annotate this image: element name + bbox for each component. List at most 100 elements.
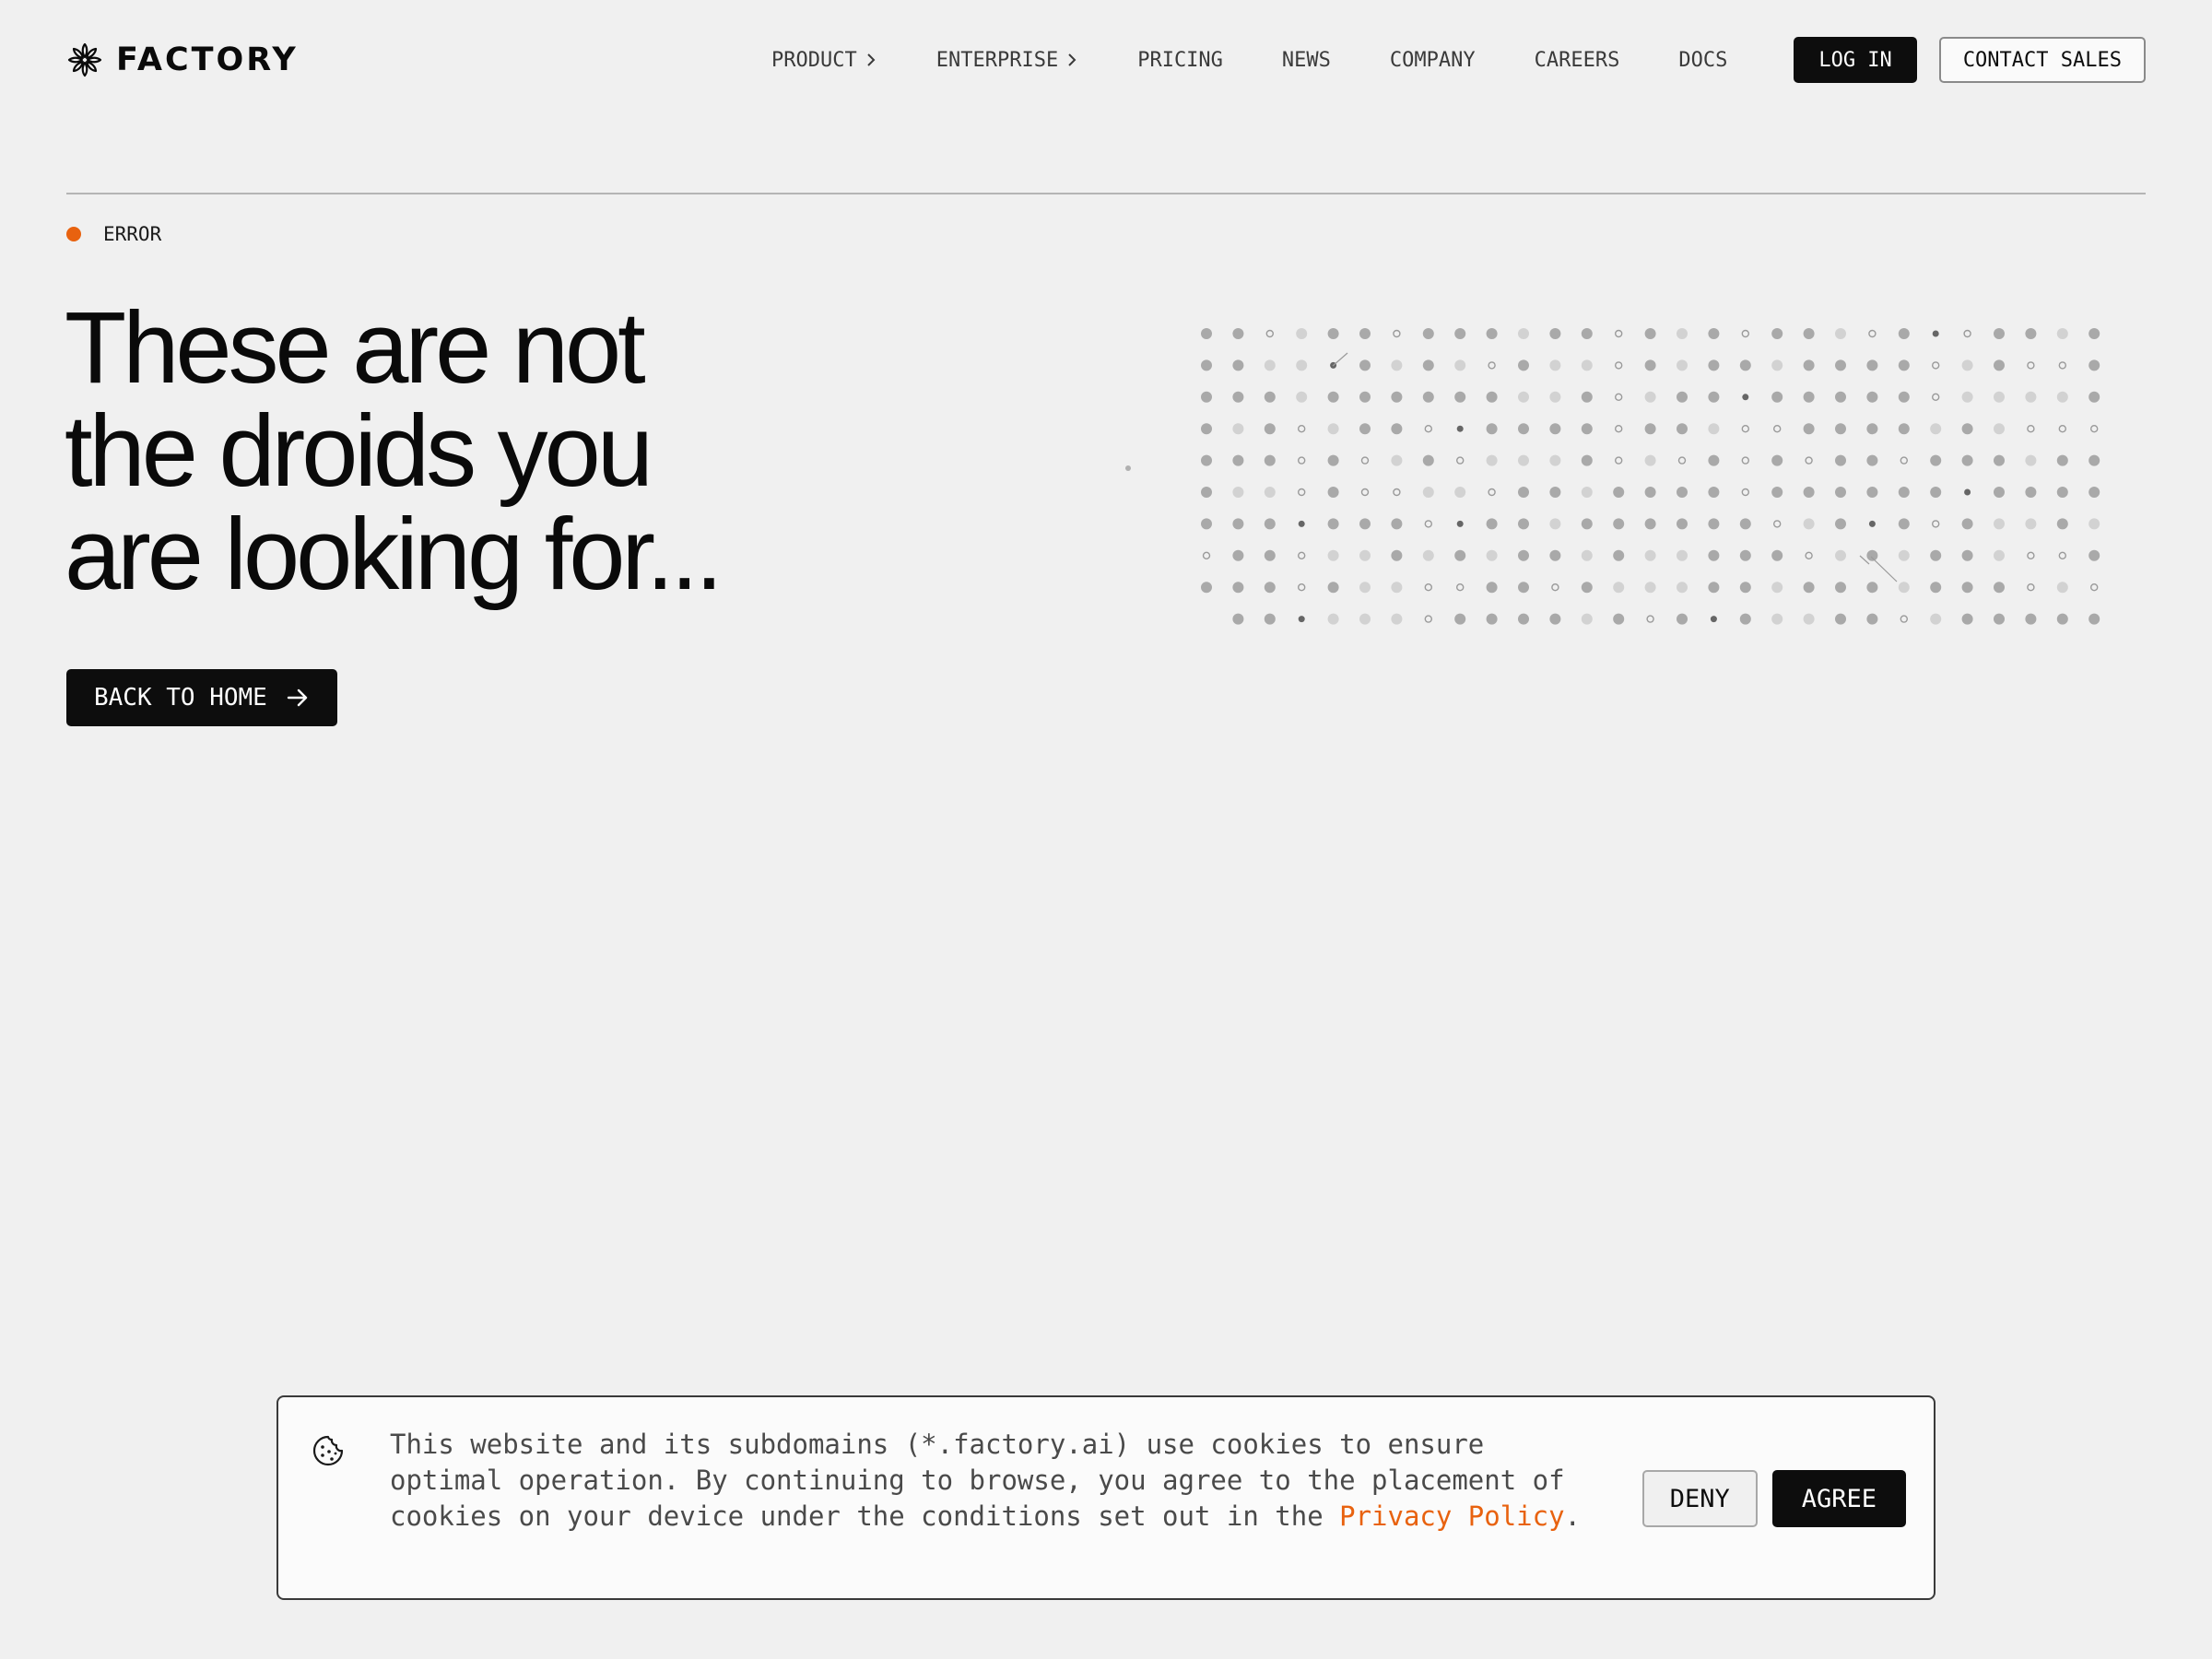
grid-dot bbox=[1327, 454, 1339, 466]
grid-dot bbox=[1994, 359, 2005, 371]
grid-dot bbox=[1710, 616, 1717, 623]
grid-dot bbox=[1644, 454, 1656, 466]
grid-dot bbox=[1360, 456, 1370, 465]
grid-dot bbox=[1615, 361, 1623, 370]
grid-dot bbox=[1327, 423, 1339, 435]
grid-dot bbox=[1486, 423, 1498, 435]
error-page: FACTORY PRODUCT ENTERPRISE PRICING NEWS … bbox=[0, 0, 2212, 1659]
grid-dot bbox=[1866, 613, 1878, 625]
grid-dot bbox=[1644, 518, 1656, 530]
nav-link-enterprise[interactable]: ENTERPRISE bbox=[936, 49, 1078, 72]
grid-dot bbox=[1835, 549, 1846, 561]
grid-dot bbox=[1900, 456, 1908, 465]
grid-dot bbox=[1866, 454, 1878, 466]
grid-dot bbox=[1900, 615, 1908, 623]
error-label: ERROR bbox=[103, 223, 162, 245]
privacy-policy-link[interactable]: Privacy Policy bbox=[1339, 1500, 1564, 1532]
grid-dot bbox=[2088, 328, 2100, 339]
arrow-right-icon bbox=[287, 688, 308, 707]
back-to-home-button[interactable]: BACK TO HOME bbox=[66, 669, 337, 726]
nav-link-product[interactable]: PRODUCT bbox=[771, 49, 877, 72]
grid-dot bbox=[1613, 487, 1625, 498]
section-divider bbox=[66, 193, 2146, 194]
grid-dot bbox=[1264, 549, 1276, 561]
grid-connector bbox=[1870, 556, 1898, 582]
nav-link-careers[interactable]: CAREERS bbox=[1535, 49, 1620, 72]
grid-dot bbox=[1201, 454, 1212, 466]
deny-button[interactable]: DENY bbox=[1641, 1470, 1758, 1527]
grid-dot bbox=[1297, 456, 1306, 465]
page-title-line: These are not bbox=[65, 291, 646, 405]
grid-dot bbox=[1264, 613, 1276, 625]
grid-dot bbox=[1677, 456, 1687, 465]
nav-link-label: PRODUCT bbox=[771, 48, 857, 72]
grid-dot bbox=[1581, 328, 1593, 339]
grid-dot bbox=[1486, 582, 1498, 594]
grid-dot bbox=[1456, 425, 1464, 432]
grid-dot bbox=[1232, 328, 1244, 339]
grid-dot bbox=[1581, 423, 1593, 435]
grid-dot bbox=[1549, 454, 1561, 466]
grid-dot bbox=[1646, 615, 1654, 623]
grid-dot bbox=[1327, 328, 1339, 339]
grid-dot bbox=[1202, 551, 1211, 559]
grid-dot bbox=[1866, 423, 1878, 435]
grid-dot bbox=[1868, 329, 1877, 338]
decorative-dot-grid bbox=[1125, 328, 2100, 625]
nav-link-news[interactable]: NEWS bbox=[1282, 49, 1331, 72]
grid-dot bbox=[1201, 518, 1212, 530]
grid-dot bbox=[1708, 582, 1720, 594]
grid-dot bbox=[1581, 518, 1593, 530]
grid-dot bbox=[1742, 394, 1749, 401]
grid-dot bbox=[1835, 359, 1846, 371]
grid-dot bbox=[1201, 359, 1212, 371]
grid-dot bbox=[1232, 454, 1244, 466]
grid-dot bbox=[1359, 613, 1371, 625]
grid-dot bbox=[1297, 583, 1306, 592]
grid-dot bbox=[1677, 487, 1688, 498]
grid-dot bbox=[1677, 359, 1688, 371]
grid-dot bbox=[1488, 361, 1496, 370]
grid-dot bbox=[1613, 549, 1625, 561]
grid-dot bbox=[1232, 359, 1244, 371]
nav-link-pricing[interactable]: PRICING bbox=[1137, 49, 1223, 72]
grid-dot bbox=[1359, 582, 1371, 594]
grid-dot bbox=[1866, 391, 1878, 403]
contact-sales-button[interactable]: CONTACT SALES bbox=[1938, 37, 2146, 83]
grid-dot bbox=[1264, 391, 1276, 403]
agree-button[interactable]: AGREE bbox=[1771, 1470, 1906, 1527]
grid-dot bbox=[1549, 549, 1561, 561]
grid-dot bbox=[1739, 359, 1751, 371]
log-in-button[interactable]: LOG IN bbox=[1794, 37, 1917, 83]
grid-dot bbox=[1644, 549, 1656, 561]
grid-dot bbox=[1898, 518, 1910, 530]
grid-dot bbox=[2088, 549, 2100, 561]
grid-dot bbox=[2025, 391, 2037, 403]
grid-dot bbox=[2058, 551, 2067, 559]
grid-dot bbox=[1327, 549, 1339, 561]
grid-dot bbox=[1615, 329, 1623, 338]
grid-dot bbox=[1677, 423, 1688, 435]
grid-dot bbox=[1327, 518, 1339, 530]
nav-link-company[interactable]: COMPANY bbox=[1390, 49, 1476, 72]
page-title-line: the droids you bbox=[65, 394, 653, 508]
grid-dot bbox=[1708, 518, 1720, 530]
grid-dot bbox=[1994, 613, 2005, 625]
nav-link-label: ENTERPRISE bbox=[935, 48, 1059, 72]
grid-dot bbox=[1803, 423, 1815, 435]
back-to-home-label: BACK TO HOME bbox=[94, 684, 267, 712]
cookie-actions: DENY AGREE bbox=[1641, 1470, 1906, 1527]
grid-dot bbox=[1297, 551, 1306, 559]
grid-dot bbox=[1739, 518, 1751, 530]
grid-dot bbox=[2088, 613, 2100, 625]
grid-dot bbox=[1771, 391, 1783, 403]
grid-dot bbox=[1739, 613, 1751, 625]
nav-link-docs[interactable]: DOCS bbox=[1678, 49, 1727, 72]
grid-dot bbox=[1456, 456, 1465, 465]
brand-logo[interactable]: FACTORY bbox=[66, 41, 299, 78]
grid-dot bbox=[1994, 487, 2005, 498]
grid-dot bbox=[1298, 520, 1305, 527]
grid-dot bbox=[1549, 518, 1561, 530]
grid-dot bbox=[1803, 487, 1815, 498]
grid-dot bbox=[1296, 328, 1308, 339]
